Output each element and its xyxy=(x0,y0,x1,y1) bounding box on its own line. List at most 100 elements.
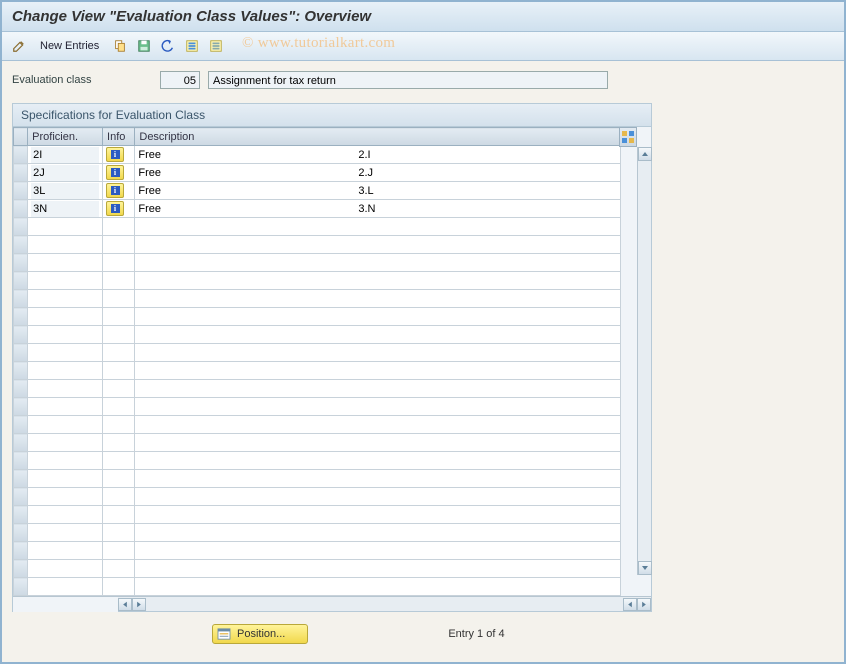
proficien-cell[interactable] xyxy=(28,290,103,308)
scroll-up-button[interactable] xyxy=(638,147,652,161)
scroll-left-button[interactable] xyxy=(118,598,132,611)
description-cell[interactable] xyxy=(135,542,621,560)
description-cell[interactable]: Free2.J xyxy=(135,164,621,182)
info-button[interactable]: i xyxy=(106,183,124,198)
row-selector[interactable] xyxy=(14,362,28,380)
col-header-description[interactable]: Description xyxy=(135,128,621,146)
col-header-proficien[interactable]: Proficien. xyxy=(28,128,103,146)
proficien-cell[interactable] xyxy=(28,524,103,542)
new-entries-button[interactable]: New Entries xyxy=(34,36,105,56)
scroll-right-end-button[interactable] xyxy=(637,598,651,611)
proficien-cell[interactable] xyxy=(28,218,103,236)
description-cell[interactable]: Free3.L xyxy=(135,182,621,200)
description-cell[interactable] xyxy=(135,452,621,470)
proficien-cell[interactable] xyxy=(28,398,103,416)
edit-icon[interactable] xyxy=(10,37,28,55)
row-selector[interactable] xyxy=(14,200,28,218)
proficien-cell[interactable]: 2I xyxy=(28,146,103,164)
save-icon[interactable] xyxy=(135,37,153,55)
row-selector[interactable] xyxy=(14,182,28,200)
undo-icon[interactable] xyxy=(159,37,177,55)
description-cell[interactable] xyxy=(135,578,621,596)
table-layout-button[interactable] xyxy=(619,127,637,147)
row-selector[interactable] xyxy=(14,560,28,578)
description-cell[interactable] xyxy=(135,236,621,254)
row-selector[interactable] xyxy=(14,272,28,290)
position-button[interactable]: Position... xyxy=(212,624,308,644)
proficien-cell[interactable] xyxy=(28,380,103,398)
proficien-cell[interactable] xyxy=(28,452,103,470)
description-cell[interactable] xyxy=(135,398,621,416)
description-cell[interactable] xyxy=(135,434,621,452)
row-selector[interactable] xyxy=(14,254,28,272)
info-button[interactable]: i xyxy=(106,201,124,216)
proficien-cell[interactable]: 2J xyxy=(28,164,103,182)
description-cell[interactable] xyxy=(135,218,621,236)
copy-icon[interactable] xyxy=(111,37,129,55)
row-selector[interactable] xyxy=(14,470,28,488)
row-selector[interactable] xyxy=(14,452,28,470)
description-cell[interactable] xyxy=(135,524,621,542)
proficien-cell[interactable] xyxy=(28,254,103,272)
description-cell[interactable] xyxy=(135,344,621,362)
proficien-cell[interactable]: 3L xyxy=(28,182,103,200)
scroll-track[interactable] xyxy=(638,162,651,560)
description-cell[interactable] xyxy=(135,506,621,524)
proficien-cell[interactable] xyxy=(28,560,103,578)
description-cell[interactable] xyxy=(135,488,621,506)
row-selector[interactable] xyxy=(14,542,28,560)
description-cell[interactable] xyxy=(135,308,621,326)
scroll-right-button[interactable] xyxy=(132,598,146,611)
scroll-left-end-button[interactable] xyxy=(623,598,637,611)
row-selector[interactable] xyxy=(14,380,28,398)
proficien-cell[interactable] xyxy=(28,506,103,524)
row-selector[interactable] xyxy=(14,308,28,326)
row-selector[interactable] xyxy=(14,218,28,236)
description-cell[interactable] xyxy=(135,560,621,578)
proficien-cell[interactable] xyxy=(28,578,103,596)
row-selector[interactable] xyxy=(14,578,28,596)
row-selector[interactable] xyxy=(14,488,28,506)
proficien-cell[interactable] xyxy=(28,236,103,254)
row-selector[interactable] xyxy=(14,326,28,344)
deselect-all-icon[interactable] xyxy=(207,37,225,55)
description-cell[interactable] xyxy=(135,290,621,308)
proficien-cell[interactable] xyxy=(28,272,103,290)
description-cell[interactable] xyxy=(135,362,621,380)
info-button[interactable]: i xyxy=(106,165,124,180)
row-selector[interactable] xyxy=(14,236,28,254)
row-selector[interactable] xyxy=(14,290,28,308)
description-cell[interactable] xyxy=(135,272,621,290)
proficien-cell[interactable] xyxy=(28,308,103,326)
description-cell[interactable] xyxy=(135,326,621,344)
row-selector[interactable] xyxy=(14,146,28,164)
row-selector[interactable] xyxy=(14,506,28,524)
col-header-info[interactable]: Info xyxy=(103,128,135,146)
row-selector[interactable] xyxy=(14,416,28,434)
vertical-scrollbar[interactable] xyxy=(637,147,651,575)
proficien-cell[interactable] xyxy=(28,488,103,506)
proficien-cell[interactable] xyxy=(28,470,103,488)
row-selector-header[interactable] xyxy=(14,128,28,146)
proficien-cell[interactable] xyxy=(28,362,103,380)
proficien-cell[interactable] xyxy=(28,434,103,452)
description-cell[interactable] xyxy=(135,416,621,434)
description-cell[interactable]: Free2.I xyxy=(135,146,621,164)
row-selector[interactable] xyxy=(14,164,28,182)
proficien-cell[interactable] xyxy=(28,326,103,344)
row-selector[interactable] xyxy=(14,434,28,452)
info-button[interactable]: i xyxy=(106,147,124,162)
row-selector[interactable] xyxy=(14,344,28,362)
proficien-cell[interactable]: 3N xyxy=(28,200,103,218)
proficien-cell[interactable] xyxy=(28,542,103,560)
row-selector[interactable] xyxy=(14,524,28,542)
row-selector[interactable] xyxy=(14,398,28,416)
description-cell[interactable] xyxy=(135,254,621,272)
description-cell[interactable]: Free3.N xyxy=(135,200,621,218)
proficien-cell[interactable] xyxy=(28,344,103,362)
description-cell[interactable] xyxy=(135,470,621,488)
scroll-down-button[interactable] xyxy=(638,561,652,575)
proficien-cell[interactable] xyxy=(28,416,103,434)
description-cell[interactable] xyxy=(135,380,621,398)
select-all-icon[interactable] xyxy=(183,37,201,55)
